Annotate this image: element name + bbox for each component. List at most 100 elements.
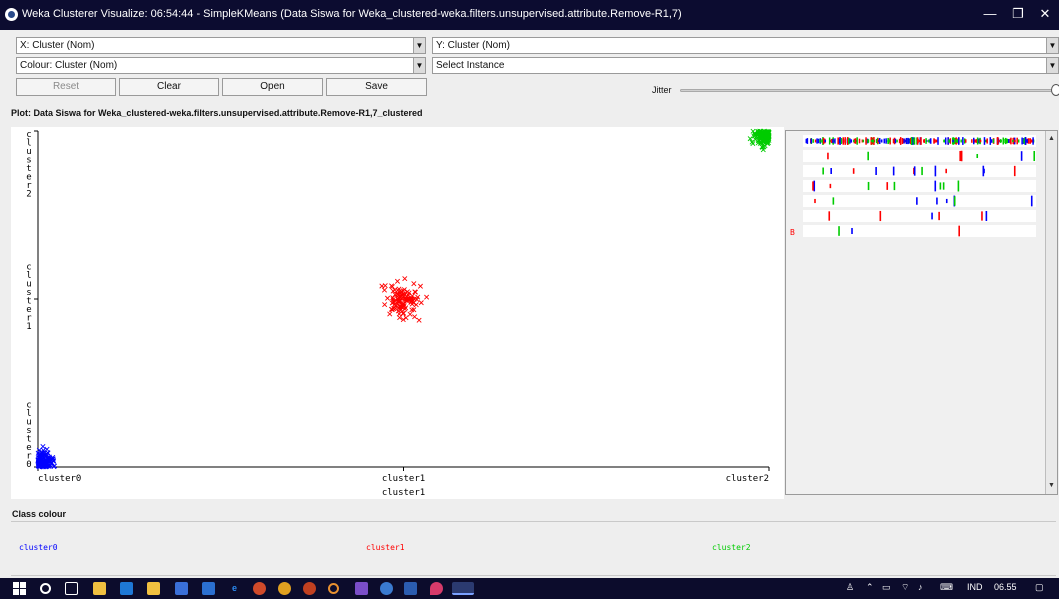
chrome-icon[interactable] [253,582,266,595]
attribute-bar-5[interactable] [803,210,1036,222]
data-point-cluster2[interactable] [750,141,756,147]
select-instance-select[interactable]: Select Instance ▼ [432,57,1059,74]
search-icon[interactable] [40,583,51,594]
volume-icon[interactable]: ♪ [918,582,923,592]
attribute-bar-mark [903,138,905,144]
attribute-bar-mark [867,139,870,143]
data-point-cluster1[interactable] [387,311,393,317]
attribute-bar-1[interactable] [803,150,1036,162]
attribute-bar-mark [973,137,975,145]
attribute-bar-mark [982,165,985,177]
data-point-cluster1[interactable] [382,302,388,308]
battery-icon[interactable]: ▭ [882,582,891,593]
attribute-bar-mark [953,138,956,144]
data-point-cluster1[interactable] [402,276,408,282]
wifi-icon[interactable]: ⌔ [901,582,909,593]
y-axis-select[interactable]: Y: Cluster (Nom) ▼ [432,37,1059,54]
attribute-bar-mark [958,137,960,145]
store-icon[interactable] [93,582,106,595]
data-point-cluster1[interactable] [424,294,430,300]
legend-item-cluster0[interactable]: cluster0 [19,543,58,552]
keyboard-tray-icon[interactable]: ⌨ [940,582,953,593]
app-icon-orange[interactable] [303,582,316,595]
data-point-cluster0[interactable] [45,450,51,456]
attribute-bar-mark [960,150,963,162]
save-button[interactable]: Save [326,78,427,96]
app-icon-yellow[interactable] [278,582,291,595]
edge-browser-icon[interactable]: e [228,582,241,595]
attribute-bars-panel[interactable]: B ▲ ▼ [785,130,1058,495]
data-point-cluster1[interactable] [412,314,418,320]
file-explorer-icon[interactable] [147,582,160,595]
input-language[interactable]: IND [967,582,983,592]
attribute-bar-mark [822,137,825,145]
legend-item-cluster1[interactable]: cluster1 [366,543,405,552]
open-button[interactable]: Open [222,78,323,96]
attribute-bar-mark [936,197,938,205]
browser-icon[interactable] [380,582,393,595]
notification-icon[interactable]: ▢ [1035,582,1044,593]
mail-icon[interactable] [120,582,133,595]
data-point-cluster1[interactable] [418,300,424,306]
maps-pin-icon[interactable] [430,582,443,595]
word-icon[interactable] [404,582,417,595]
vertical-scrollbar[interactable]: ▲ ▼ [1045,131,1057,494]
attribute-bar-mark [1021,137,1023,145]
people-icon[interactable]: ♙ [846,582,854,593]
chevron-down-icon: ▼ [413,38,425,53]
attribute-bar-2[interactable] [803,165,1036,177]
attribute-bar-mark [856,137,858,145]
attribute-bar-mark [892,166,895,176]
attribute-bar-mark [989,137,992,145]
reset-button[interactable]: Reset [16,78,116,96]
data-point-cluster1[interactable] [381,287,388,293]
windows-start-icon[interactable] [13,582,26,595]
attribute-bar-mark [858,138,861,144]
attribute-bar-mark [821,139,823,143]
attribute-bar-mark [1014,139,1016,143]
minimize-button[interactable]: — [977,4,1003,24]
attribute-bar-mark [1012,139,1014,143]
jitter-slider-track[interactable] [680,89,1052,92]
weka-taskbar-icon[interactable] [452,582,474,595]
clear-button[interactable]: Clear [119,78,219,96]
data-point-cluster1[interactable] [416,317,422,323]
task-view-icon[interactable] [65,582,78,595]
attribute-bar-mark [830,167,832,175]
scroll-down-icon[interactable]: ▼ [1046,480,1057,492]
maximize-button[interactable]: ❐ [1005,4,1031,24]
jitter-slider-handle[interactable] [1051,84,1059,96]
attribute-bar-mark [921,166,923,176]
attribute-bar-mark [1029,138,1031,144]
select-instance-value: Select Instance [436,60,505,71]
scatter-plot[interactable]: cluster0 cluster1 cluster2 cluster1 c l u s t e r 0… [11,127,784,499]
data-point-cluster1[interactable] [411,281,417,287]
visual-studio-icon[interactable] [355,582,368,595]
data-point-cluster1[interactable] [407,311,413,317]
clock-time[interactable]: 06.55 [994,582,1017,592]
attribute-bar-4[interactable] [803,195,1036,207]
data-point-cluster1[interactable] [394,278,400,284]
data-point-cluster1[interactable] [379,283,385,289]
attribute-bar-mark [878,139,880,143]
media-player-icon[interactable] [328,583,339,594]
data-point-cluster1[interactable] [417,283,423,289]
legend-item-cluster2[interactable]: cluster2 [712,543,751,552]
attribute-bar-3[interactable] [803,180,1036,192]
chevron-up-icon[interactable]: ⌃ [866,582,874,593]
briefcase-icon[interactable] [202,582,215,595]
x-axis-select[interactable]: X: Cluster (Nom) ▼ [16,37,426,54]
close-button[interactable]: ✕ [1032,4,1058,24]
attribute-bar-6[interactable] [803,225,1036,237]
data-point-cluster1[interactable] [384,295,391,301]
attribute-bar-mark [827,152,829,160]
scroll-up-icon[interactable]: ▲ [1046,133,1057,145]
jitter-label: Jitter [652,85,672,95]
keyboard-icon[interactable] [175,582,188,595]
colour-select[interactable]: Colour: Cluster (Nom) ▼ [16,57,426,74]
x-tick-label-cluster1: cluster1 [382,474,425,484]
attribute-bar-mark [942,182,945,190]
attribute-bar-mark [896,139,898,143]
attribute-bar-mark [944,137,947,145]
attribute-bar-mark [865,137,867,145]
